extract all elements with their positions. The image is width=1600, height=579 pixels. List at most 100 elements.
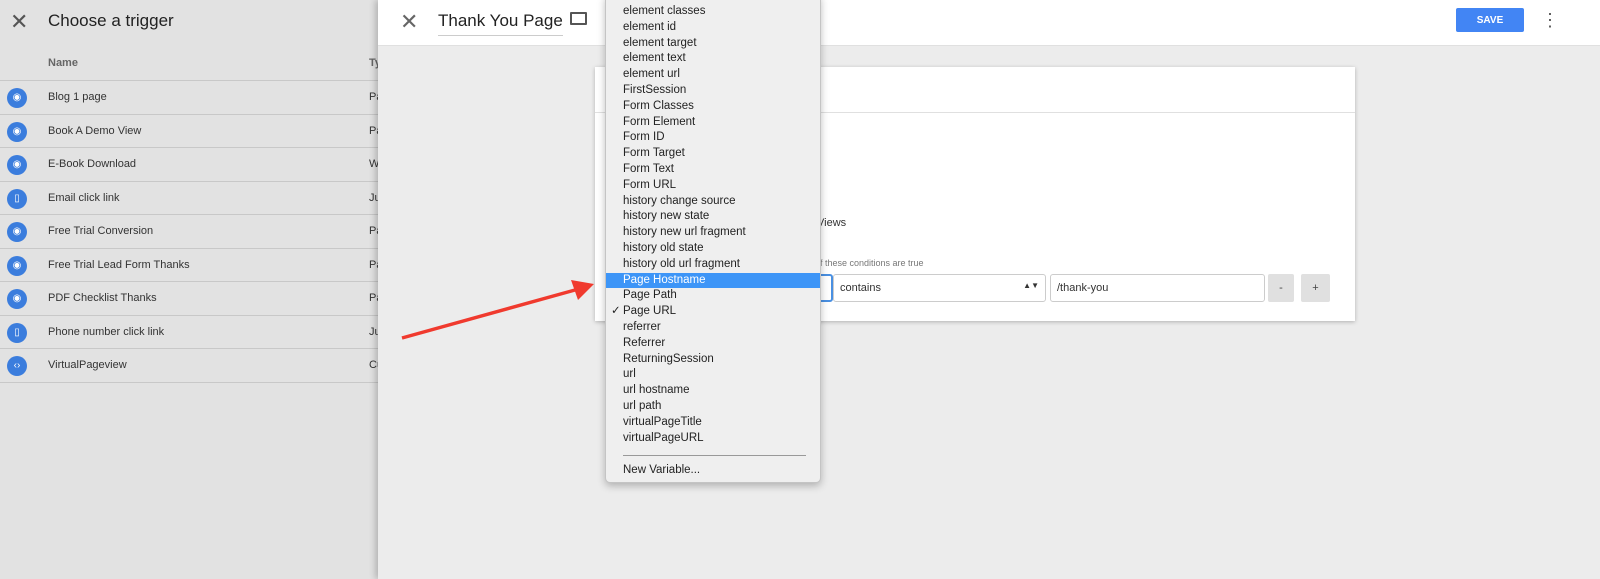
option-label: virtualPageURL bbox=[623, 431, 704, 444]
option-label: referrer bbox=[623, 321, 661, 333]
new-variable-option[interactable]: New Variable... bbox=[606, 463, 820, 479]
variable-option[interactable]: referrer bbox=[606, 320, 820, 336]
variable-option[interactable]: virtualPageURL bbox=[606, 431, 820, 447]
menu-separator bbox=[623, 455, 806, 456]
variable-option[interactable]: url path bbox=[606, 399, 820, 415]
trigger-row[interactable]: ‹› VirtualPageview Cu bbox=[0, 349, 378, 383]
views-label: Views bbox=[817, 217, 847, 229]
variable-option[interactable]: Form Target bbox=[606, 146, 820, 162]
trigger-type: Pa bbox=[369, 258, 378, 271]
trigger-name-input[interactable]: Thank You Page bbox=[438, 11, 563, 36]
operator-select[interactable]: contains ▲▼ bbox=[833, 274, 1046, 302]
value-input[interactable]: /thank-you bbox=[1050, 274, 1265, 302]
option-label: FirstSession bbox=[623, 84, 687, 96]
more-options-icon[interactable]: ⋮ bbox=[1541, 10, 1559, 31]
option-label: element url bbox=[623, 68, 680, 81]
eye-icon: ◉ bbox=[7, 88, 27, 108]
trigger-type: W bbox=[369, 158, 378, 170]
option-label: Page Hostname bbox=[623, 273, 706, 286]
variable-option[interactable]: element classes bbox=[606, 4, 820, 20]
choose-trigger-panel: ✕ Choose a trigger Name Ty ◉ Blog 1 page P… bbox=[0, 0, 378, 579]
option-label: Form Classes bbox=[623, 99, 694, 112]
option-label: Page URL bbox=[623, 305, 677, 318]
option-label: history new url fragment bbox=[623, 226, 746, 239]
column-header-type[interactable]: Ty bbox=[369, 57, 378, 69]
variable-option[interactable]: element text bbox=[606, 51, 820, 67]
option-label: Form URL bbox=[623, 178, 677, 191]
close-icon[interactable]: ✕ bbox=[10, 9, 28, 35]
variable-option[interactable]: element target bbox=[606, 36, 820, 52]
eye-icon: ◉ bbox=[7, 155, 27, 175]
option-label: Page Path bbox=[623, 289, 677, 302]
eye-icon: ◉ bbox=[7, 222, 27, 242]
trigger-name: E-Book Download bbox=[48, 158, 137, 170]
variable-option[interactable]: ReturningSession bbox=[606, 352, 820, 368]
trigger-name: Free Trial Lead Form Thanks bbox=[48, 258, 190, 271]
panel-title: Choose a trigger bbox=[48, 11, 174, 30]
select-arrows-icon: ▲▼ bbox=[1023, 281, 1039, 290]
trigger-row[interactable]: ▯ Email click link Ju bbox=[0, 182, 378, 215]
variable-option[interactable]: Referrer bbox=[606, 336, 820, 352]
option-label: element id bbox=[623, 20, 677, 33]
variable-option[interactable]: history new url fragment bbox=[606, 225, 820, 241]
trigger-row[interactable]: ◉ Free Trial Conversion Pa bbox=[0, 215, 378, 249]
trigger-type: Ju bbox=[369, 325, 378, 338]
option-label: Form Element bbox=[623, 115, 696, 128]
trigger-name: PDF Checklist Thanks bbox=[48, 292, 157, 304]
variable-option[interactable]: history old state bbox=[606, 241, 820, 257]
conditions-label: f these conditions are true bbox=[820, 258, 924, 268]
close-icon[interactable]: ✕ bbox=[400, 9, 418, 35]
option-label: element classes bbox=[623, 5, 706, 17]
option-label: Referrer bbox=[623, 336, 666, 349]
variable-option[interactable]: history old url fragment bbox=[606, 257, 820, 273]
variable-option[interactable]: url hostname bbox=[606, 383, 820, 399]
option-label: history change source bbox=[623, 194, 736, 207]
trigger-name: VirtualPageview bbox=[48, 359, 127, 371]
trigger-row[interactable]: ◉ E-Book Download W bbox=[0, 148, 378, 182]
variable-option[interactable]: Form Text bbox=[606, 162, 820, 178]
variable-option[interactable]: url bbox=[606, 367, 820, 383]
eye-icon: ◉ bbox=[7, 121, 27, 142]
option-label: element target bbox=[623, 36, 697, 49]
variable-option[interactable]: virtualPageTitle bbox=[606, 415, 820, 431]
variable-option[interactable]: Form URL bbox=[606, 178, 820, 194]
trigger-name: Phone number click link bbox=[48, 325, 165, 338]
save-button[interactable]: SAVE bbox=[1456, 8, 1524, 32]
variable-option[interactable]: Form Element bbox=[606, 115, 820, 131]
variable-option[interactable]: Page Hostname bbox=[606, 272, 820, 289]
trigger-row[interactable]: ◉ Book A Demo View Pa bbox=[0, 115, 378, 148]
variable-option[interactable]: ✓ Page URL bbox=[606, 304, 820, 320]
trigger-name: Email click link bbox=[48, 191, 120, 204]
trigger-type: Pa bbox=[369, 225, 378, 237]
folder-icon[interactable] bbox=[570, 12, 587, 25]
option-label: history old state bbox=[623, 242, 704, 254]
trigger-row[interactable]: ◉ PDF Checklist Thanks Pa bbox=[0, 282, 378, 316]
option-label: element text bbox=[623, 52, 686, 65]
column-header-name[interactable]: Name bbox=[48, 57, 78, 69]
option-label: url path bbox=[623, 400, 662, 412]
eye-icon: ◉ bbox=[7, 255, 27, 276]
variable-option[interactable]: element id bbox=[606, 20, 820, 36]
trigger-type: Pa bbox=[369, 124, 378, 137]
eye-icon: ◉ bbox=[7, 289, 27, 309]
variable-option[interactable]: history new state bbox=[606, 209, 820, 225]
variable-option[interactable]: element url bbox=[606, 67, 820, 83]
option-label: history new state bbox=[623, 210, 710, 223]
variable-option[interactable]: Form ID bbox=[606, 130, 820, 146]
trigger-name: Free Trial Conversion bbox=[48, 225, 154, 237]
option-label: url bbox=[623, 368, 636, 381]
remove-condition-button[interactable]: - bbox=[1268, 274, 1294, 302]
trigger-row[interactable]: ◉ Free Trial Lead Form Thanks Pa bbox=[0, 249, 378, 282]
mouse-icon: ▯ bbox=[7, 188, 27, 209]
trigger-row[interactable]: ◉ Blog 1 page Pa bbox=[0, 81, 378, 115]
variable-option[interactable]: FirstSession bbox=[606, 83, 820, 99]
trigger-row[interactable]: ▯ Phone number click link Ju bbox=[0, 316, 378, 349]
variable-option[interactable]: history change source bbox=[606, 194, 820, 210]
variable-option[interactable]: Page Path bbox=[606, 288, 820, 304]
add-condition-button[interactable]: + bbox=[1301, 274, 1330, 302]
option-label: virtualPageTitle bbox=[623, 415, 702, 428]
operator-value: contains bbox=[840, 282, 881, 294]
variable-option[interactable]: Form Classes bbox=[606, 99, 820, 115]
trigger-type: Pa bbox=[369, 91, 378, 103]
option-label: history old url fragment bbox=[623, 257, 740, 270]
